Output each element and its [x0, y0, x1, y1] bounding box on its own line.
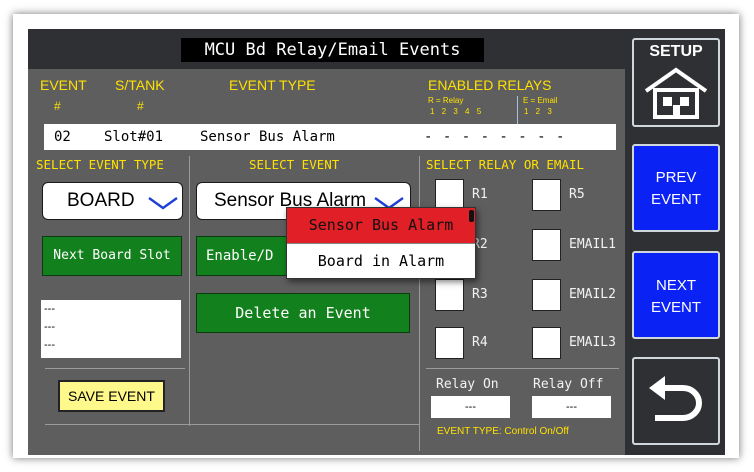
event-row[interactable]: 02 Slot#01 Sensor Bus Alarm - - - - - - …: [44, 124, 616, 150]
email3-checkbox[interactable]: [532, 327, 561, 359]
relay-off-field[interactable]: ---: [532, 396, 611, 418]
setup-label: SETUP: [649, 43, 703, 60]
email-numbers: 1 2 3: [524, 107, 552, 116]
relay-r3-checkbox[interactable]: [435, 279, 464, 311]
section-select-event-type: SELECT EVENT TYPE: [36, 157, 164, 172]
column-divider-1: [189, 156, 190, 426]
relay-r1-label: R1: [472, 187, 488, 202]
relay-time-divider: [426, 368, 619, 369]
setup-button[interactable]: SETUP: [632, 38, 720, 127]
event-dropdown-menu: Sensor Bus Alarm Board in Alarm: [286, 207, 476, 279]
bottom-divider: [45, 424, 419, 425]
prev-event-button[interactable]: PREV EVENT: [632, 144, 720, 232]
event-type-value: Sensor Bus Alarm: [200, 129, 335, 145]
legend-email: E = Email: [523, 96, 558, 105]
email3-label: EMAIL3: [569, 335, 616, 350]
prev-event-label-1: PREV: [655, 169, 697, 186]
list-item[interactable]: ---: [41, 318, 181, 336]
next-event-button[interactable]: NEXT EVENT: [632, 251, 720, 339]
menu-scrollbar[interactable]: [469, 210, 474, 222]
email2-label: EMAIL2: [569, 287, 616, 302]
event-type-dropdown-value: BOARD: [67, 190, 135, 211]
relay-on-label: Relay On: [436, 377, 499, 392]
section-select-event: SELECT EVENT: [249, 157, 340, 172]
back-button[interactable]: [632, 357, 720, 445]
menu-item-board-in-alarm[interactable]: Board in Alarm: [287, 243, 475, 279]
relay-r5-checkbox[interactable]: [532, 179, 561, 211]
list-item[interactable]: ---: [41, 300, 181, 318]
header-event: EVENT: [40, 77, 87, 93]
email2-checkbox[interactable]: [532, 279, 561, 311]
email1-checkbox[interactable]: [532, 229, 561, 261]
relay-off-label: Relay Off: [533, 377, 604, 392]
event-relays-value: - - - - - - - -: [424, 129, 565, 145]
relay-r4-checkbox[interactable]: [435, 327, 464, 359]
header-event-type: EVENT TYPE: [229, 77, 316, 93]
header-stank-hash: #: [137, 99, 144, 113]
chevron-down-icon: [148, 197, 178, 210]
relay-numbers: 1 2 3 4 5: [430, 107, 482, 116]
next-event-label-2: EVENT: [650, 299, 701, 316]
header-stank: S/TANK: [115, 77, 165, 93]
event-type-dropdown[interactable]: BOARD: [42, 182, 183, 220]
event-type-footer: EVENT TYPE: Control On/Off: [437, 426, 569, 437]
relay-r3-label: R3: [472, 287, 488, 302]
email1-label: EMAIL1: [569, 237, 616, 252]
next-board-slot-button[interactable]: Next Board Slot: [42, 236, 182, 276]
delete-event-button[interactable]: Delete an Event: [196, 293, 410, 333]
header-event-hash: #: [54, 99, 61, 113]
event-list[interactable]: --- --- ---: [41, 300, 181, 358]
left-divider: [45, 368, 185, 369]
legend-relay: R = Relay: [428, 96, 464, 105]
event-number: 02: [54, 129, 71, 145]
save-event-button[interactable]: SAVE EVENT: [58, 380, 165, 412]
relay-on-field[interactable]: ---: [431, 396, 510, 418]
relay-r5-label: R5: [569, 187, 585, 202]
relay-r4-label: R4: [472, 335, 488, 350]
section-select-relay-or-email: SELECT RELAY OR EMAIL: [426, 157, 585, 172]
back-arrow-icon: [649, 376, 702, 421]
house-icon: [644, 67, 708, 119]
page-title: MCU Bd Relay/Email Events: [181, 38, 484, 62]
list-item[interactable]: ---: [41, 336, 181, 354]
next-event-label-1: NEXT: [655, 277, 696, 294]
menu-item-sensor-bus-alarm[interactable]: Sensor Bus Alarm: [287, 208, 475, 243]
column-divider-2: [419, 156, 420, 451]
header-enabled-relays: ENABLED RELAYS: [428, 77, 552, 93]
prev-event-label-2: EVENT: [650, 191, 701, 208]
event-slot: Slot#01: [104, 129, 164, 145]
